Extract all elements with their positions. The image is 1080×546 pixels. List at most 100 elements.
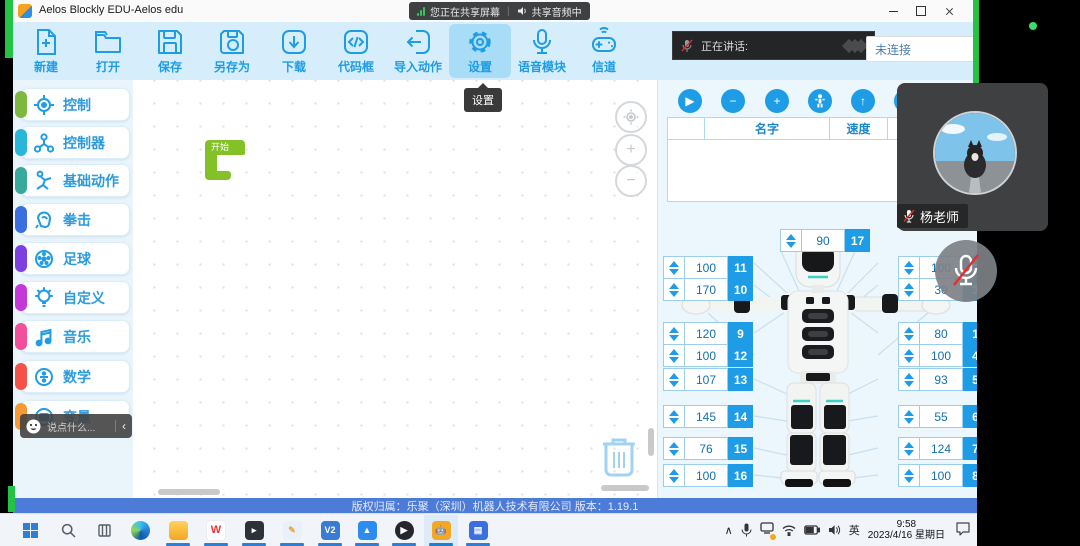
start-block[interactable]: 开始 (205, 140, 245, 180)
import-action-button[interactable]: 导入动作 (387, 24, 449, 78)
servo-value-input[interactable]: 124 (920, 437, 963, 460)
servo-value-input[interactable]: 100 (685, 256, 728, 279)
servo-value-input[interactable]: 100 (920, 344, 963, 367)
code-box-button[interactable]: 代码框 (325, 24, 387, 78)
servo-value-input[interactable]: 100 (685, 464, 728, 487)
tray-mic-icon[interactable] (741, 523, 752, 537)
battery-icon[interactable] (804, 525, 820, 535)
meeting-app-icon[interactable]: ▲ (357, 520, 377, 540)
servo-spinner[interactable] (898, 405, 920, 428)
upload-button[interactable]: ↑ (851, 89, 875, 113)
document-app-icon[interactable]: ✎ (282, 520, 302, 540)
toolbar-label: 另存为 (214, 58, 250, 75)
save-button[interactable]: 保存 (139, 24, 201, 78)
servo-spinner[interactable] (663, 437, 685, 460)
tray-expand-icon[interactable]: ∧ (725, 524, 733, 537)
channel-button[interactable]: 信道 (573, 24, 635, 78)
play-button[interactable]: ▶ (678, 89, 702, 113)
v2-app-icon[interactable]: V2 (320, 520, 340, 540)
download-button[interactable]: 下载 (263, 24, 325, 78)
action-center-icon[interactable] (955, 521, 971, 541)
sidebar-item-music[interactable]: 音乐 (20, 320, 130, 353)
class-tool-icon[interactable]: ▤ (468, 520, 488, 540)
sidebar-item-basic-actions[interactable]: 基础动作 (20, 164, 130, 197)
servo-value-input[interactable]: 107 (685, 368, 728, 391)
remove-frame-button[interactable]: − (721, 89, 745, 113)
servo-spinner[interactable] (663, 464, 685, 487)
servo-spinner[interactable] (898, 437, 920, 460)
vertical-scrollbar[interactable] (648, 428, 654, 456)
add-frame-button[interactable]: + (765, 89, 789, 113)
servo-value-input[interactable]: 100 (685, 344, 728, 367)
servo-value-input[interactable]: 145 (685, 405, 728, 428)
maximize-button[interactable] (907, 0, 935, 22)
horizontal-scrollbar[interactable] (158, 489, 220, 495)
sidebar-item-custom[interactable]: 自定义 (20, 281, 130, 314)
participant-video-tile[interactable]: 杨老师 (897, 83, 1048, 231)
wps-icon[interactable]: W (206, 520, 226, 540)
servo-value-input[interactable]: 80 (920, 322, 963, 345)
minimize-button[interactable] (879, 0, 907, 22)
sidebar-item-boxing[interactable]: 拳击 (20, 203, 130, 236)
servo-spinner[interactable] (898, 464, 920, 487)
meeting-chat-bar[interactable]: 说点什么... ‹ (20, 414, 132, 438)
tray-share-icon[interactable] (760, 521, 774, 539)
servo-value-input[interactable]: 76 (685, 437, 728, 460)
trash-icon[interactable] (598, 432, 640, 483)
emoji-icon[interactable] (26, 419, 41, 434)
start-button[interactable] (20, 520, 40, 540)
sidebar-item-math[interactable]: 数学 (20, 360, 130, 393)
servo-spinner[interactable] (898, 278, 920, 301)
tray-clock[interactable]: 9:58 2023/4/16 星期日 (868, 519, 945, 541)
voice-module-button[interactable]: 语音模块 (511, 24, 573, 78)
nodes-icon (33, 132, 55, 154)
servo-value-input[interactable]: 55 (920, 405, 963, 428)
blockly-workspace[interactable]: 开始 + − (133, 80, 657, 498)
settings-button[interactable]: 设置 (449, 24, 511, 78)
servo-spinner[interactable] (898, 368, 920, 391)
servo-spinner[interactable] (663, 278, 685, 301)
servo-spinner[interactable] (898, 256, 920, 279)
input-method-indicator[interactable]: 英 (849, 522, 860, 538)
zoom-out-button[interactable]: − (615, 165, 647, 197)
volume-icon[interactable] (828, 524, 841, 536)
stand-pose-button[interactable] (808, 89, 832, 113)
collapse-icon[interactable]: ‹ (122, 420, 126, 432)
close-button[interactable] (935, 0, 963, 22)
speaking-indicator: 正在讲话: (672, 31, 875, 60)
wifi-icon[interactable] (782, 525, 796, 536)
sidebar-item-control[interactable]: 控制 (20, 88, 130, 121)
sidebar-item-football[interactable]: 足球 (20, 242, 130, 275)
sidebar-item-controller[interactable]: 控制器 (20, 126, 130, 159)
open-button[interactable]: 打开 (77, 24, 139, 78)
task-view-icon[interactable] (94, 520, 114, 540)
horizontal-scrollbar[interactable] (601, 485, 649, 491)
servo-value-input[interactable]: 120 (685, 322, 728, 345)
servo-spinner[interactable] (663, 322, 685, 345)
servo-spinner[interactable] (898, 344, 920, 367)
servo-value-input[interactable]: 93 (920, 368, 963, 391)
servo-spinner[interactable] (663, 256, 685, 279)
zoom-reset-button[interactable] (615, 101, 647, 133)
servo-spinner[interactable] (663, 344, 685, 367)
search-icon[interactable] (58, 520, 78, 540)
new-button[interactable]: 新建 (15, 24, 77, 78)
player-icon[interactable]: ▶ (394, 520, 414, 540)
file-explorer-icon[interactable] (168, 520, 188, 540)
servo-spinner[interactable] (663, 405, 685, 428)
servo-value-input[interactable]: 100 (920, 464, 963, 487)
servo-row: 10016 (663, 464, 753, 487)
aelos-app-icon[interactable]: 🤖 (431, 520, 451, 540)
servo-spinner[interactable] (663, 368, 685, 391)
servo-value-input[interactable]: 90 (802, 229, 845, 252)
servo-value-input[interactable]: 170 (685, 278, 728, 301)
save-as-button[interactable]: 另存为 (201, 24, 263, 78)
zoom-in-button[interactable]: + (615, 134, 647, 166)
connection-dropdown[interactable]: 未连接 ∨ (866, 36, 977, 62)
chat-input-placeholder[interactable]: 说点什么... (47, 419, 109, 434)
servo-spinner[interactable] (780, 229, 802, 252)
servo-spinner[interactable] (898, 322, 920, 345)
terminal-icon[interactable]: ▸ (244, 520, 264, 540)
edge-icon[interactable] (130, 520, 150, 540)
floating-mute-button[interactable] (935, 240, 997, 302)
